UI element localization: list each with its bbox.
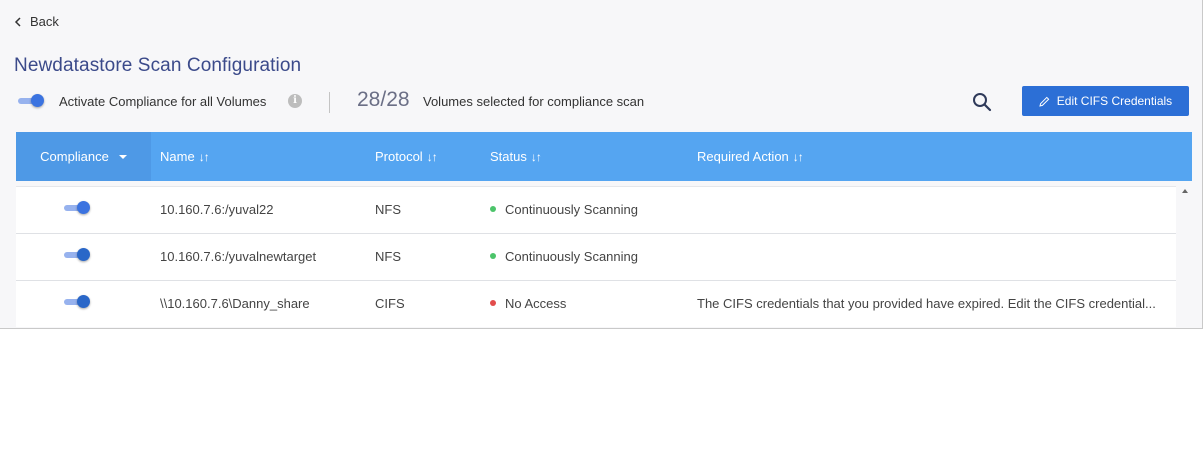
table-row: 10.160.7.6:/yuvalnewtarget NFS Continuou… xyxy=(16,233,1176,280)
status-label: Continuously Scanning xyxy=(505,202,638,217)
scan-configuration-panel: Back Newdatastore Scan Configuration Act… xyxy=(0,0,1203,329)
volume-name: 10.160.7.6:/yuvalnewtarget xyxy=(160,249,317,264)
table-row: 10.160.7.6:/yuval22 NFS Continuously Sca… xyxy=(16,186,1176,233)
volume-status: No Access xyxy=(490,296,566,311)
activate-all-toggle[interactable] xyxy=(18,94,44,107)
sort-icon: ↓↑ xyxy=(198,149,210,164)
compliance-toggle[interactable] xyxy=(64,201,90,214)
status-label: No Access xyxy=(505,296,567,311)
chevron-left-icon xyxy=(14,16,21,27)
compliance-toggle[interactable] xyxy=(64,248,90,261)
volume-status: Continuously Scanning xyxy=(490,249,638,264)
volume-name: 10.160.7.6:/yuval22 xyxy=(160,202,274,217)
search-icon[interactable] xyxy=(972,92,992,117)
selected-volume-count: 28/28 xyxy=(357,88,410,111)
required-action-header-label: Required Action xyxy=(697,149,789,164)
protocol-column-header[interactable]: Protocol ↓↑ xyxy=(375,149,438,164)
pencil-icon xyxy=(1039,96,1050,107)
name-column-header[interactable]: Name ↓↑ xyxy=(160,149,210,164)
back-link[interactable]: Back xyxy=(14,14,59,29)
edit-cifs-credentials-button[interactable]: Edit CIFS Credentials xyxy=(1022,86,1189,116)
divider xyxy=(329,92,330,113)
sort-icon: ↓↑ xyxy=(530,149,542,164)
compliance-column-header[interactable]: Compliance xyxy=(16,132,151,181)
compliance-toggle[interactable] xyxy=(64,295,90,308)
selected-volume-label: Volumes selected for compliance scan xyxy=(423,94,645,109)
volume-protocol: CIFS xyxy=(375,296,405,311)
info-icon[interactable]: i xyxy=(288,94,302,108)
status-error-icon xyxy=(490,300,496,306)
protocol-header-label: Protocol xyxy=(375,149,423,164)
required-action-column-header[interactable]: Required Action ↓↑ xyxy=(697,149,804,164)
name-header-label: Name xyxy=(160,149,195,164)
caret-down-icon xyxy=(118,154,127,159)
status-ok-icon xyxy=(490,253,496,259)
status-label: Continuously Scanning xyxy=(505,249,638,264)
table-header: Compliance Name ↓↑ Protocol ↓↑ Status ↓↑… xyxy=(16,132,1192,181)
volume-protocol: NFS xyxy=(375,249,401,264)
table-row: \\10.160.7.6\Danny_share CIFS No Access … xyxy=(16,280,1176,327)
sort-icon: ↓↑ xyxy=(426,149,438,164)
volume-status: Continuously Scanning xyxy=(490,202,638,217)
required-action: The CIFS credentials that you provided h… xyxy=(697,296,1156,311)
activate-target: all Volumes xyxy=(199,94,267,109)
sort-icon: ↓↑ xyxy=(792,149,804,164)
page-title: Newdatastore Scan Configuration xyxy=(14,55,302,76)
volume-protocol: NFS xyxy=(375,202,401,217)
volume-name: \\10.160.7.6\Danny_share xyxy=(160,296,310,311)
edit-cifs-credentials-label: Edit CIFS Credentials xyxy=(1056,94,1173,108)
activate-prefix: Activate Compliance for xyxy=(59,94,197,109)
activate-compliance-label: Activate Compliance for all Volumes xyxy=(59,94,266,109)
volume-table: 10.160.7.6:/yuval22 NFS Continuously Sca… xyxy=(16,186,1176,327)
back-label: Back xyxy=(30,14,59,29)
status-ok-icon xyxy=(490,206,496,212)
status-column-header[interactable]: Status ↓↑ xyxy=(490,149,542,164)
scroll-up-icon[interactable] xyxy=(1180,186,1190,196)
status-header-label: Status xyxy=(490,149,527,164)
compliance-header-label: Compliance xyxy=(40,149,109,164)
